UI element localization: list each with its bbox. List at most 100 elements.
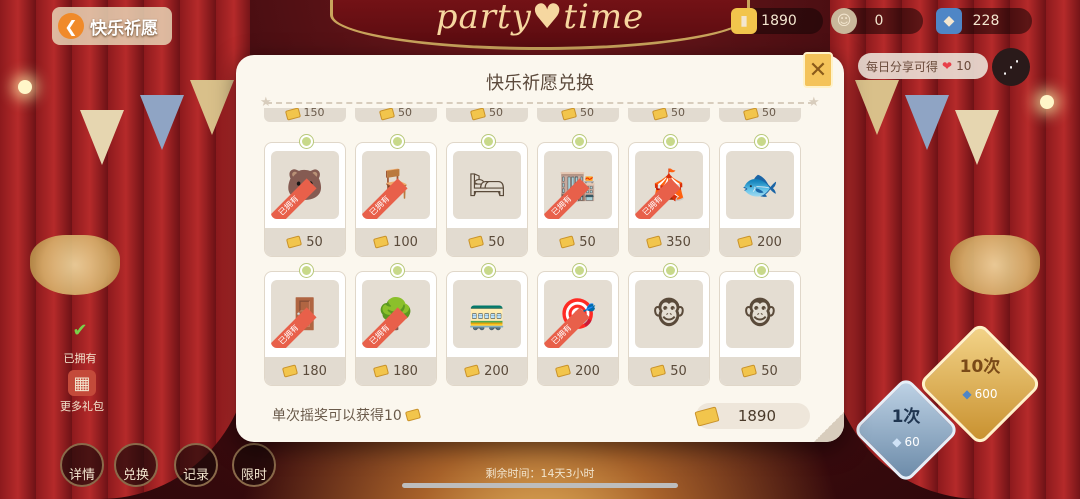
ticket-icon (742, 108, 760, 121)
ticket-icon (282, 364, 299, 378)
owned-indicator: ✔ 已拥有 (55, 312, 105, 366)
item-price: 50 (579, 234, 596, 250)
item-price: 200 (575, 363, 600, 379)
ten-draw-label: 10次 (959, 357, 1001, 377)
item-card[interactable]: 🐵 50 (719, 264, 801, 386)
item-card[interactable]: 🎪已拥有 350 (628, 135, 710, 257)
draw-reward-note: 单次摇奖可以获得10 (272, 405, 421, 425)
ticket-icon (464, 364, 481, 378)
back-button[interactable]: ❮ 快乐祈愿 (52, 7, 172, 45)
item-image: 🛏 (453, 151, 521, 219)
item-image: 🌳已拥有 (362, 280, 430, 348)
share-button[interactable]: ⋰ (992, 48, 1030, 86)
partial-item-row: 150 50 50 50 50 50 (264, 108, 816, 126)
item-price: 50 (398, 108, 412, 119)
item-price: 50 (670, 363, 687, 379)
item-price: 50 (671, 108, 685, 119)
more-gifts-label: 更多礼包 (60, 400, 104, 413)
item-card[interactable]: 🚃 200 (446, 264, 528, 386)
exchange-label: 兑换 (122, 468, 149, 483)
close-button[interactable]: ✕ (803, 52, 833, 88)
ticket-icon (378, 108, 396, 121)
share-reward-amount: 10 (956, 59, 972, 73)
item-card[interactable]: 🐻已拥有 50 (264, 135, 346, 257)
item-card[interactable]: 🐟 200 (719, 135, 801, 257)
item-image: 🚪已拥有 (271, 280, 339, 348)
item-image: 🏬已拥有 (544, 151, 612, 219)
ticket-icon (373, 364, 390, 378)
partial-item-card[interactable]: 50 (355, 108, 437, 122)
partial-item-card[interactable]: 50 (537, 108, 619, 122)
home-indicator[interactable] (402, 483, 678, 488)
gem-counter: ◆ 228 (936, 8, 1032, 34)
item-price: 350 (666, 234, 691, 250)
back-arrow-icon: ❮ (58, 13, 84, 39)
ticket-icon: ▮ (731, 8, 757, 34)
item-grid[interactable]: 150 50 50 50 50 50 🐻已拥有 50 🪑已拥有 100 🛏 50 🏬已拥有 50 🎪已拥有… (264, 108, 816, 393)
item-image: 🎪已拥有 (635, 151, 703, 219)
ticket-icon (560, 108, 578, 121)
partial-item-card[interactable]: 50 (719, 108, 801, 122)
share-icon: ⋰ (1002, 56, 1020, 78)
records-button[interactable]: 记录 (174, 443, 218, 487)
partial-item-card[interactable]: 150 (264, 108, 346, 122)
item-price-bar: 200 (538, 357, 618, 385)
item-card[interactable]: 🎯已拥有 200 (537, 264, 619, 386)
owned-label: 已拥有 (63, 352, 97, 365)
records-label: 记录 (182, 468, 209, 483)
status-dot (482, 135, 495, 148)
item-price-bar: 50 (447, 228, 527, 256)
ticket-icon (404, 408, 421, 422)
ticket-icon (737, 235, 754, 249)
item-image: 🐵 (635, 280, 703, 348)
item-card[interactable]: 🐵 50 (628, 264, 710, 386)
ten-draw-cost: ◆ 600 (936, 387, 1024, 401)
item-price: 200 (484, 363, 509, 379)
status-dot (664, 264, 677, 277)
light-bulb (1040, 95, 1054, 109)
more-gifts-button[interactable]: ▦ 更多礼包 (55, 370, 109, 414)
item-price: 150 (303, 108, 325, 119)
page-corner-fold (814, 412, 844, 442)
back-button-label: 快乐祈愿 (90, 18, 158, 39)
ticket-balance: 1890 (694, 403, 810, 429)
item-price-bar: 50 (265, 228, 345, 256)
exchange-modal: 快乐祈愿兑换 ★ ★ 1505050505050 🐻已拥有50🪑已拥有100🛏5… (236, 55, 844, 442)
daily-share-reward: 每日分享可得 ❤ 10 (858, 53, 988, 79)
status-dot (482, 264, 495, 277)
furniture-icon: 🐵 (742, 296, 778, 332)
partial-item-card[interactable]: 50 (628, 108, 710, 122)
modal-title: 快乐祈愿兑换 (486, 73, 594, 94)
item-price-bar: 200 (720, 228, 800, 256)
limited-label: 限时 (240, 468, 267, 483)
item-image: 🎯已拥有 (544, 280, 612, 348)
pennant-flag (190, 80, 234, 135)
item-image: 🚃 (453, 280, 521, 348)
item-card[interactable]: 🛏 50 (446, 135, 528, 257)
partial-item-card[interactable]: 50 (446, 108, 528, 122)
gem-icon: ◆ (892, 435, 902, 449)
details-label: 详情 (68, 468, 95, 483)
details-button[interactable]: 详情 (60, 443, 104, 487)
item-card[interactable]: 🪑已拥有 100 (355, 135, 437, 257)
remaining-time: 剩余时间：14天3小时 (485, 467, 595, 480)
item-card[interactable]: 🌳已拥有 180 (355, 264, 437, 386)
coin-icon: ☺ (831, 8, 857, 34)
exchange-button[interactable]: 兑换 (114, 443, 158, 487)
furniture-icon: 🐟 (741, 167, 779, 203)
ticket-balance-value: 1890 (737, 407, 776, 425)
single-draw-cost-value: 60 (904, 435, 920, 449)
item-card[interactable]: 🚪已拥有 180 (264, 264, 346, 386)
gift-icon: ▦ (68, 370, 96, 396)
pennant-flag (140, 95, 184, 150)
heart-icon: ❤ (942, 59, 953, 73)
ticket-icon (555, 364, 572, 378)
item-image: 🐟 (726, 151, 794, 219)
item-card[interactable]: 🏬已拥有 50 (537, 135, 619, 257)
status-dot (755, 264, 768, 277)
item-price: 100 (393, 234, 418, 250)
item-image: 🐵 (726, 280, 794, 348)
item-price: 180 (302, 363, 327, 379)
limited-button[interactable]: 限时 (232, 443, 276, 487)
gem-icon: ◆ (962, 387, 972, 401)
